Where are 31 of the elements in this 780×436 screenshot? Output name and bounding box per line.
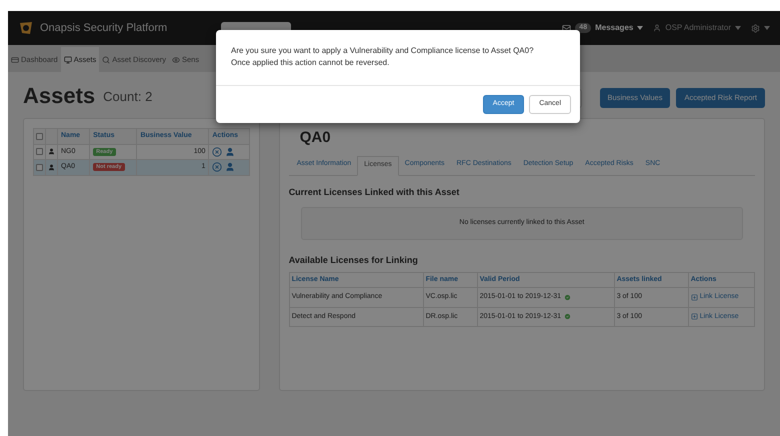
brand-title[interactable]: Onapsis Security Platform bbox=[40, 20, 168, 36]
caret-icon bbox=[637, 26, 644, 30]
remove-icon[interactable] bbox=[212, 146, 222, 157]
row-checkbox[interactable] bbox=[36, 164, 43, 171]
eye-icon bbox=[172, 56, 180, 64]
caret-icon bbox=[764, 26, 770, 30]
dashboard-icon bbox=[11, 56, 19, 64]
plus-icon bbox=[690, 294, 698, 301]
section-heading: Available Licenses for Linking bbox=[288, 254, 419, 267]
asset-title: QA0 bbox=[300, 128, 332, 148]
dialog-message: Are you sure you want to apply a Vulnerability and Compliance license to Asset QA0? bbox=[231, 45, 535, 57]
monitor-icon bbox=[64, 56, 72, 64]
asset-count: Count: 2 bbox=[103, 88, 152, 106]
user-icon[interactable] bbox=[225, 146, 236, 157]
dialog-message: Once applied this action cannot be reversed. bbox=[231, 57, 390, 69]
remove-icon[interactable] bbox=[212, 162, 222, 172]
plus-icon bbox=[690, 313, 698, 320]
user-icon bbox=[653, 24, 662, 32]
logo-icon bbox=[18, 20, 34, 36]
messages-menu[interactable]: Messages bbox=[595, 22, 634, 34]
page-title: Assets bbox=[23, 82, 96, 110]
select-all-checkbox[interactable] bbox=[36, 132, 43, 140]
user-icon bbox=[48, 164, 55, 171]
section-heading: Current Licenses Linked with this Asset bbox=[288, 186, 460, 198]
user-icon bbox=[48, 148, 55, 156]
row-checkbox[interactable] bbox=[36, 148, 43, 156]
search-icon bbox=[102, 56, 110, 64]
settings-icon[interactable] bbox=[751, 24, 760, 32]
user-menu[interactable]: OSP Administrator bbox=[665, 22, 731, 34]
user-icon[interactable] bbox=[225, 162, 236, 172]
caret-icon bbox=[735, 26, 741, 30]
